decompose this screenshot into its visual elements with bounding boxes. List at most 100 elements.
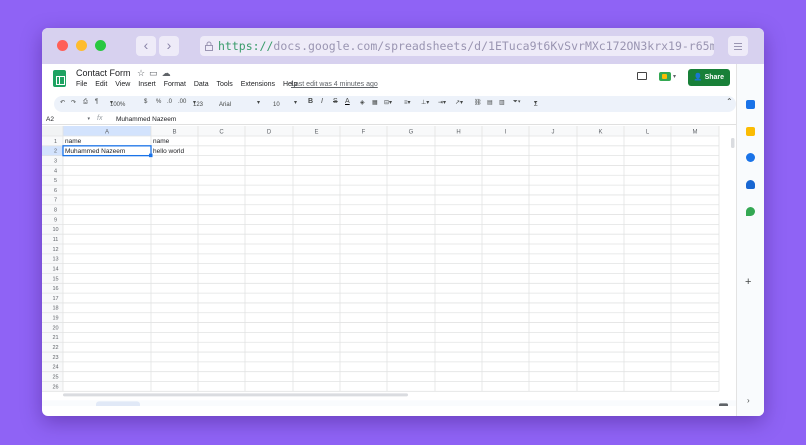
- row-header-9[interactable]: 9: [54, 217, 57, 223]
- zoom-select[interactable]: 100% ▾: [110, 99, 125, 108]
- explore-icon[interactable]: [719, 403, 728, 406]
- meet-icon[interactable]: [659, 72, 671, 81]
- fill-color-icon[interactable]: ◈: [360, 99, 365, 106]
- insert-comment-icon[interactable]: ▤: [487, 99, 493, 106]
- increase-decimal-button[interactable]: .00: [178, 99, 186, 105]
- collapse-menu-icon[interactable]: ⌃: [726, 97, 733, 106]
- cell-a1[interactable]: name: [65, 138, 82, 145]
- row-header-21[interactable]: 21: [52, 335, 58, 341]
- menu-file[interactable]: File: [76, 81, 87, 88]
- sheet-tab[interactable]: [96, 401, 140, 406]
- back-button[interactable]: ‹: [136, 36, 156, 56]
- add-sheet-button[interactable]: +: [64, 404, 72, 406]
- percent-button[interactable]: %: [156, 99, 161, 105]
- row-header-7[interactable]: 7: [54, 198, 57, 204]
- column-header-a[interactable]: A: [105, 129, 109, 135]
- vertical-scrollbar[interactable]: [731, 138, 735, 148]
- column-header-e[interactable]: E: [314, 129, 318, 135]
- row-header-15[interactable]: 15: [52, 276, 58, 282]
- menu-view[interactable]: View: [115, 81, 130, 88]
- row-header-3[interactable]: 3: [54, 158, 57, 164]
- comment-history-icon[interactable]: [637, 72, 647, 80]
- maps-icon[interactable]: [746, 207, 755, 216]
- row-header-1[interactable]: 1: [54, 139, 57, 145]
- forward-button[interactable]: ›: [159, 36, 179, 56]
- redo-icon[interactable]: ↷: [71, 99, 76, 106]
- column-header-d[interactable]: D: [267, 129, 272, 135]
- borders-icon[interactable]: ▦: [372, 99, 378, 106]
- row-header-19[interactable]: 19: [52, 316, 58, 322]
- column-header-m[interactable]: M: [693, 129, 698, 135]
- horizontal-align-icon[interactable]: ≡▾: [404, 99, 411, 106]
- row-header-24[interactable]: 24: [52, 365, 58, 371]
- name-box[interactable]: A2: [46, 116, 90, 124]
- fill-handle[interactable]: [149, 153, 153, 158]
- row-header-16[interactable]: 16: [52, 286, 58, 292]
- sheets-logo-icon[interactable]: [53, 70, 66, 87]
- star-icon[interactable]: ☆: [137, 68, 149, 78]
- column-header-f[interactable]: F: [362, 129, 366, 135]
- filter-icon[interactable]: ⏷▾: [513, 99, 521, 106]
- merge-cells-icon[interactable]: ⊟▾: [384, 99, 392, 106]
- column-header-b[interactable]: B: [172, 129, 176, 135]
- all-sheets-button[interactable]: ≡: [79, 405, 86, 406]
- more-formats-button[interactable]: 123 ▾: [193, 99, 203, 108]
- menu-edit[interactable]: Edit: [95, 81, 107, 88]
- row-header-6[interactable]: 6: [54, 188, 57, 194]
- contacts-icon[interactable]: [746, 180, 755, 189]
- menu-insert[interactable]: Insert: [138, 81, 156, 88]
- column-header-c[interactable]: C: [219, 129, 224, 135]
- column-header-j[interactable]: J: [552, 129, 555, 135]
- insert-link-icon[interactable]: ⛓: [474, 99, 482, 106]
- text-rotation-icon[interactable]: ↗▾: [455, 99, 463, 106]
- menu-tools[interactable]: Tools: [216, 81, 232, 88]
- column-header-k[interactable]: K: [598, 129, 602, 135]
- minimize-window-button[interactable]: [76, 40, 87, 51]
- calendar-icon[interactable]: [746, 100, 755, 109]
- address-bar[interactable]: https://docs.google.com/spreadsheets/d/1…: [200, 36, 714, 56]
- column-header-g[interactable]: G: [409, 129, 414, 135]
- currency-button[interactable]: $: [144, 99, 147, 105]
- document-title[interactable]: Contact Form: [76, 68, 131, 78]
- row-header-12[interactable]: 12: [52, 247, 58, 253]
- row-header-17[interactable]: 17: [52, 296, 58, 302]
- cloud-status-icon[interactable]: ☁: [162, 68, 175, 78]
- text-wrap-icon[interactable]: ⇥▾: [438, 99, 446, 106]
- functions-button[interactable]: Σ ▾: [534, 99, 538, 108]
- row-header-23[interactable]: 23: [52, 355, 58, 361]
- row-header-22[interactable]: 22: [52, 345, 58, 351]
- cell-b2[interactable]: hello world: [153, 148, 184, 155]
- decrease-decimal-button[interactable]: .0: [167, 99, 172, 105]
- cell-b1[interactable]: name: [153, 138, 170, 145]
- keep-icon[interactable]: [746, 127, 755, 136]
- paint-format-icon[interactable]: ¶: [95, 99, 98, 105]
- browser-menu-button[interactable]: [728, 36, 748, 56]
- share-button[interactable]: 👤 Share: [688, 69, 730, 86]
- insert-chart-icon[interactable]: ▥: [499, 99, 505, 106]
- chevron-right-icon[interactable]: ›: [747, 396, 750, 405]
- undo-icon[interactable]: ↶: [60, 99, 65, 106]
- row-header-26[interactable]: 26: [52, 384, 58, 390]
- menu-extensions[interactable]: Extensions: [241, 81, 275, 88]
- print-icon[interactable]: ⎙: [83, 99, 88, 106]
- close-window-button[interactable]: [57, 40, 68, 51]
- chevron-down-icon[interactable]: ▾: [294, 99, 297, 106]
- row-header-2[interactable]: 2: [54, 149, 57, 155]
- row-header-18[interactable]: 18: [52, 306, 58, 312]
- chevron-down-icon[interactable]: ▾: [257, 99, 260, 106]
- bold-button[interactable]: B: [308, 98, 313, 105]
- row-header-4[interactable]: 4: [54, 168, 57, 174]
- vertical-align-icon[interactable]: ⊥▾: [421, 99, 429, 106]
- tasks-icon[interactable]: [746, 153, 755, 162]
- select-all-corner[interactable]: [42, 126, 63, 136]
- row-header-10[interactable]: 10: [52, 227, 58, 233]
- row-header-14[interactable]: 14: [52, 266, 58, 272]
- row-header-8[interactable]: 8: [54, 208, 57, 214]
- menu-format[interactable]: Format: [164, 81, 186, 88]
- row-header-13[interactable]: 13: [52, 257, 58, 263]
- row-header-5[interactable]: 5: [54, 178, 57, 184]
- last-edit-link[interactable]: Last edit was 4 minutes ago: [291, 81, 378, 88]
- maximize-window-button[interactable]: [95, 40, 106, 51]
- move-folder-icon[interactable]: ▭: [149, 68, 162, 78]
- row-header-25[interactable]: 25: [52, 374, 58, 380]
